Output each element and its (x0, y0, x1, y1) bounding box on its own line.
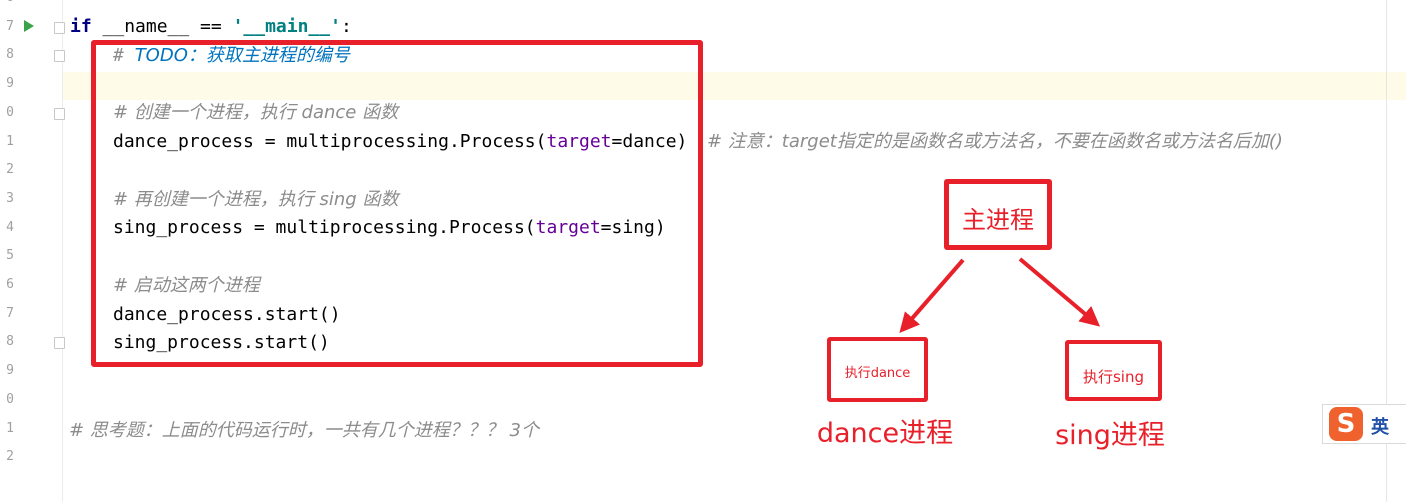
ime-language-toggle[interactable]: 英 (1371, 413, 1389, 439)
arrow-to-dance (899, 258, 965, 334)
arrow-to-sing (1018, 257, 1101, 327)
ime-toolbar[interactable]: S 英 (1322, 404, 1406, 444)
diagram-arrows (899, 257, 1101, 334)
sogou-logo-icon: S (1329, 407, 1363, 441)
